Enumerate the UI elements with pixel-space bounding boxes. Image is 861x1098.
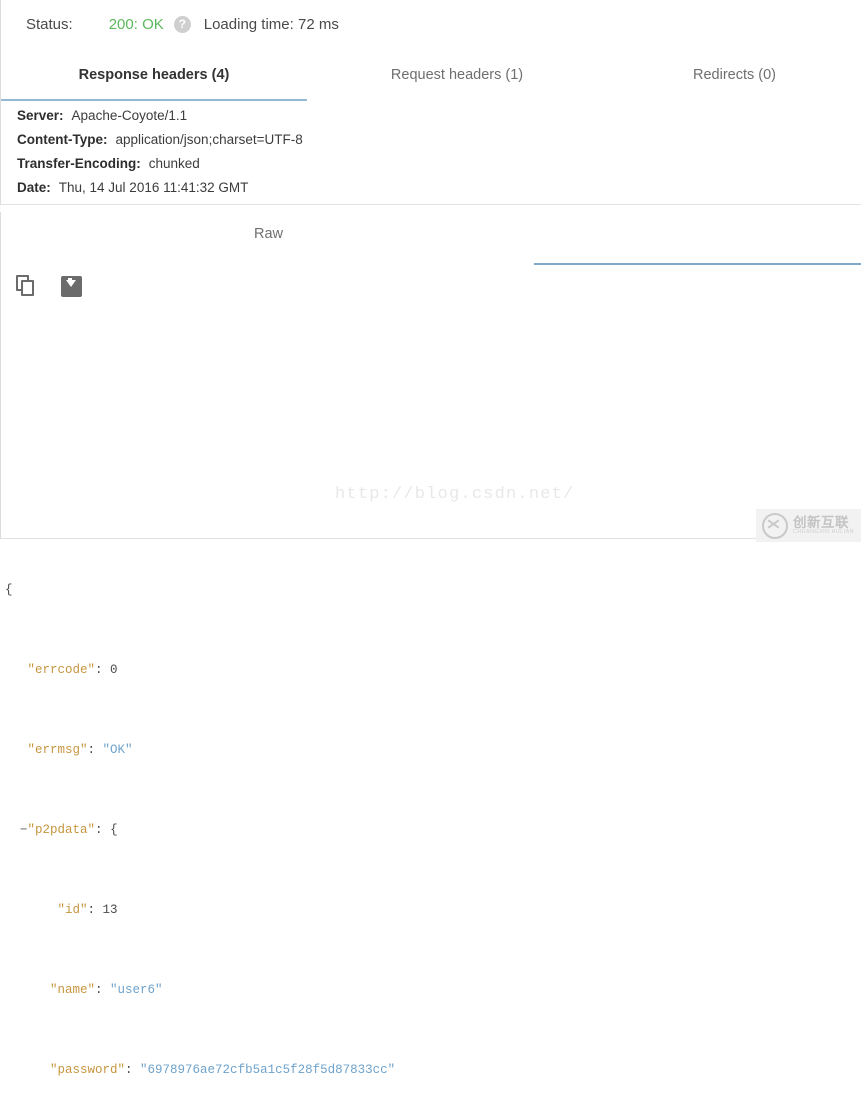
response-status-panel: Status: 200: OK ? Loading time: 72 ms Re… [0,0,861,205]
json-open-brace: { [5,583,13,597]
header-row: Server: Apache-Coyote/1.1 [1,104,861,128]
active-tab-indicator [1,99,307,101]
question-mark-circle-icon[interactable]: ? [173,15,191,33]
loading-time-label: Loading time: 72 ms [203,15,339,33]
save-icon-arrow [66,280,76,287]
tab-redirects[interactable]: Redirects (0) [607,56,861,100]
collapse-toggle-icon[interactable]: − [20,823,28,837]
watermark-logo: 创新互联 CHUANGXIN HULIAN [756,509,861,542]
response-body-panel: Raw JSON http://blog.csdn.net/ { "errcod… [0,212,861,1077]
copy-icon[interactable] [13,274,39,300]
json-key: "password" [50,1063,126,1077]
json-value: 0 [110,663,118,677]
header-key: Server: [17,108,64,123]
header-value: Thu, 14 Jul 2016 11:41:32 GMT [58,180,249,195]
json-colon: : [87,903,103,917]
tab-response-headers[interactable]: Response headers (4) [1,56,307,100]
header-value: Apache-Coyote/1.1 [71,108,188,123]
header-tabs: Response headers (4) Request headers (1)… [1,56,861,100]
json-colon: : [95,663,111,677]
header-key: Content-Type: [17,132,108,147]
status-code: 200: OK [108,15,164,33]
watermark-url: http://blog.csdn.net/ [335,485,575,504]
watermark-logo-text: 创新互联 CHUANGXIN HULIAN [793,514,855,536]
tab-raw[interactable]: Raw [136,226,401,250]
json-line: "id": 13 [1,900,861,920]
status-label: Status: [26,15,73,33]
tab-request-headers[interactable]: Request headers (1) [307,56,607,100]
json-key: "id" [57,903,88,917]
header-key: Date: [17,180,51,195]
json-line: "password": "6978976ae72cfb5a1c5f28f5d87… [1,1060,861,1080]
watermark-logo-cn: 创新互联 [793,514,849,530]
response-headers-list: Server: Apache-Coyote/1.1 Content-Type: ap… [1,104,861,200]
header-value: application/json;charset=UTF-8 [115,132,303,147]
circled-x-logo-icon [762,512,788,539]
json-line: { [1,580,861,600]
save-icon[interactable] [59,274,85,300]
body-toolbar [13,274,85,300]
json-open-brace: { [110,823,118,837]
body-view-tabs: Raw JSON [1,212,861,264]
header-row: Date: Thu, 14 Jul 2016 11:41:32 GMT [1,176,861,200]
json-value: "6978976ae72cfb5a1c5f28f5d87833cc" [140,1063,396,1077]
json-value: 13 [102,903,118,917]
json-value: "user6" [110,983,163,997]
json-key: "name" [50,983,96,997]
json-line: −"p2pdata": { [1,820,861,840]
header-row: Transfer-Encoding: chunked [1,152,861,176]
tab-json[interactable]: JSON [534,226,861,250]
json-body-viewer: { "errcode": 0 "errmsg": "OK" −"p2pdata"… [1,540,861,1098]
json-colon: : [95,823,111,837]
json-colon: : [95,983,111,997]
json-value: "OK" [102,743,133,757]
header-key: Transfer-Encoding: [17,156,141,171]
json-line: "name": "user6" [1,980,861,1000]
watermark-logo-en: CHUANGXIN HULIAN [793,528,855,535]
json-key: "errcode" [27,663,96,677]
json-colon: : [87,743,103,757]
copy-icon-front-sheet [21,280,34,296]
header-value: chunked [148,156,200,171]
json-line: "errcode": 0 [1,660,861,680]
json-colon: : [125,1063,141,1077]
header-row: Content-Type: application/json;charset=UT… [1,128,861,152]
json-line: "errmsg": "OK" [1,740,861,760]
status-row: Status: 200: OK ? Loading time: 72 ms [1,0,861,48]
json-key: "errmsg" [27,743,88,757]
active-body-tab-indicator [534,263,861,265]
json-key: "p2pdata" [27,823,96,837]
